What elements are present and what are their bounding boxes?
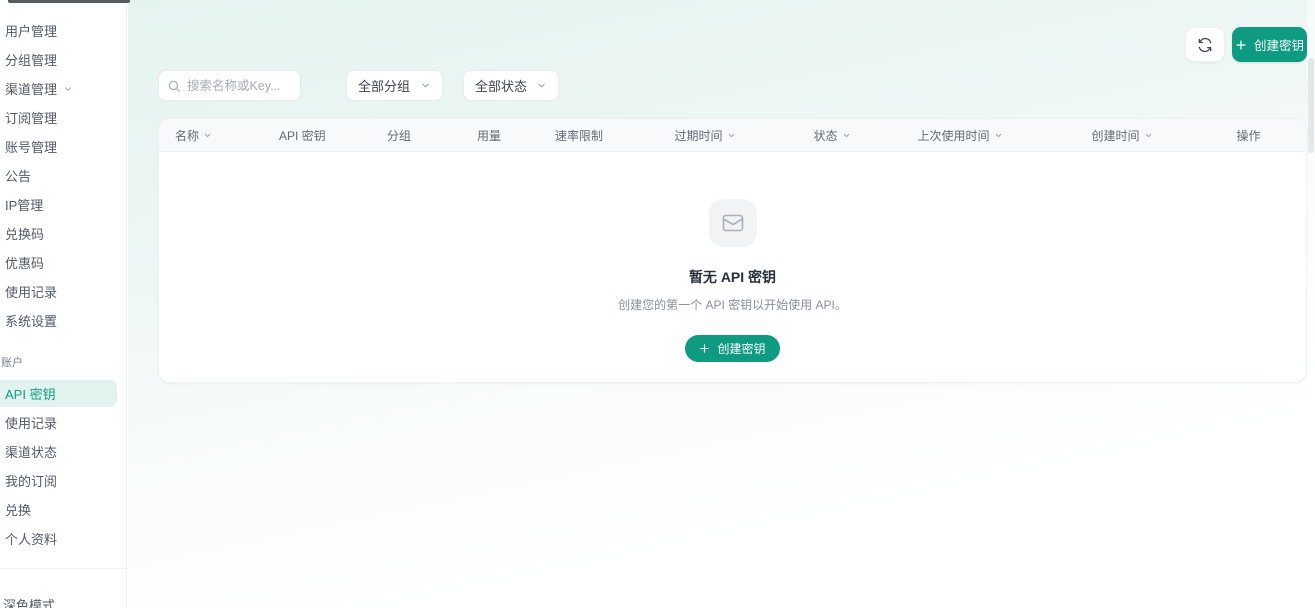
search-input[interactable] [187, 79, 292, 93]
column-header-api-key: API 密钥 [279, 127, 349, 144]
create-key-button[interactable]: 创建密钥 [1232, 27, 1307, 62]
group-filter-value: 全部分组 [358, 76, 410, 95]
sidebar-user-nav: API 密钥 使用记录 渠道状态 我的订阅 兑换 个人资料 [0, 380, 126, 552]
sidebar-item-label: 分组管理 [5, 50, 57, 69]
sidebar-admin-nav: 用户管理 分组管理 渠道管理 订阅管理 账号管理 公告 IP管理 兑换码 优惠码… [0, 0, 126, 334]
column-header-expiry-time[interactable]: 过期时间 [629, 127, 781, 144]
column-header-actions: 操作 [1207, 127, 1290, 144]
sidebar-item-label: 渠道状态 [5, 442, 57, 461]
sidebar-item-label: 系统设置 [5, 311, 57, 330]
refresh-button[interactable] [1185, 27, 1225, 62]
column-label: 创建时间 [1091, 127, 1139, 144]
column-header-name[interactable]: 名称 [175, 127, 279, 144]
chevron-down-icon [536, 80, 547, 91]
sort-chevron-icon [842, 131, 851, 140]
sidebar-item-redemption-code[interactable]: 兑换码 [0, 220, 117, 247]
table-header-row: 名称 API 密钥 分组 用量 速率限制 过期时间 [159, 119, 1306, 152]
sidebar-top-accent [8, 0, 130, 3]
empty-state-create-key-button[interactable]: 创建密钥 [685, 335, 779, 362]
sidebar-item-label: 优惠码 [5, 253, 44, 272]
sidebar-item-api-keys[interactable]: API 密钥 [0, 380, 117, 407]
empty-state-description: 创建您的第一个 API 密钥以开始使用 API。 [618, 296, 847, 313]
sort-chevron-icon [1144, 131, 1153, 140]
column-header-usage: 用量 [449, 127, 529, 144]
column-label: 速率限制 [555, 127, 603, 144]
envelope-icon [721, 211, 745, 235]
column-header-status[interactable]: 状态 [781, 127, 883, 144]
sidebar-item-user-management[interactable]: 用户管理 [0, 17, 117, 44]
sidebar-item-label: IP管理 [5, 195, 43, 214]
column-label: 用量 [477, 127, 501, 144]
sidebar-item-label: 兑换码 [5, 224, 44, 243]
column-label: 状态 [813, 127, 837, 144]
sidebar-item-coupon-code[interactable]: 优惠码 [0, 249, 117, 276]
empty-state-icon-box [709, 199, 757, 247]
create-key-button-label: 创建密钥 [1254, 35, 1304, 54]
sidebar-item-usage-log-admin[interactable]: 使用记录 [0, 278, 117, 305]
sidebar-item-group-management[interactable]: 分组管理 [0, 46, 117, 73]
column-header-last-used[interactable]: 上次使用时间 [883, 127, 1037, 144]
sidebar-item-label: 我的订阅 [5, 471, 57, 490]
sidebar: 用户管理 分组管理 渠道管理 订阅管理 账号管理 公告 IP管理 兑换码 优惠码… [0, 0, 127, 608]
sidebar-item-subscription-management[interactable]: 订阅管理 [0, 104, 117, 131]
dark-mode-toggle[interactable]: 深色模式 [0, 595, 126, 608]
empty-state-create-key-label: 创建密钥 [717, 340, 765, 357]
column-header-rate-limit: 速率限制 [529, 127, 629, 144]
sidebar-item-usage-records[interactable]: 使用记录 [0, 409, 117, 436]
sidebar-item-announcement[interactable]: 公告 [0, 162, 117, 189]
filter-bar: 全部分组 全部状态 [158, 70, 559, 101]
column-label: API 密钥 [279, 127, 326, 144]
status-filter-select[interactable]: 全部状态 [463, 70, 559, 101]
plus-icon [699, 343, 710, 354]
empty-state-title: 暂无 API 密钥 [689, 267, 776, 287]
sort-chevron-icon [727, 131, 736, 140]
chevron-down-icon [63, 84, 73, 94]
sidebar-item-label: 用户管理 [5, 21, 57, 40]
sidebar-item-ip-management[interactable]: IP管理 [0, 191, 117, 218]
sidebar-item-redeem[interactable]: 兑换 [0, 496, 117, 523]
sidebar-item-label: 使用记录 [5, 282, 57, 301]
empty-state: 暂无 API 密钥 创建您的第一个 API 密钥以开始使用 API。 创建密钥 [159, 152, 1306, 362]
sidebar-item-system-settings[interactable]: 系统设置 [0, 307, 117, 334]
sidebar-item-label: 订阅管理 [5, 108, 57, 127]
scrollbar-track[interactable] [1307, 0, 1315, 608]
search-box [158, 70, 301, 101]
column-label: 分组 [387, 127, 411, 144]
sidebar-item-label: API 密钥 [5, 384, 56, 403]
group-filter-select[interactable]: 全部分组 [346, 70, 443, 101]
sidebar-footer: 深色模式 [0, 568, 126, 608]
sidebar-item-label: 公告 [5, 166, 31, 185]
sidebar-item-channel-status[interactable]: 渠道状态 [0, 438, 117, 465]
column-header-created-time[interactable]: 创建时间 [1037, 127, 1207, 144]
column-label: 过期时间 [674, 127, 722, 144]
sidebar-item-my-subscriptions[interactable]: 我的订阅 [0, 467, 117, 494]
chevron-down-icon [420, 80, 431, 91]
scrollbar-thumb[interactable] [1308, 58, 1314, 153]
sidebar-item-label: 兑换 [5, 500, 31, 519]
sidebar-item-profile[interactable]: 个人资料 [0, 525, 117, 552]
sort-chevron-icon [203, 131, 212, 140]
column-label: 上次使用时间 [917, 127, 989, 144]
sidebar-item-label: 账号管理 [5, 137, 57, 156]
column-label: 操作 [1236, 127, 1260, 144]
sidebar-item-label: 使用记录 [5, 413, 57, 432]
search-icon [167, 79, 181, 93]
app-window: 用户管理 分组管理 渠道管理 订阅管理 账号管理 公告 IP管理 兑换码 优惠码… [0, 0, 1315, 608]
sidebar-section-label: 账户 [0, 354, 126, 370]
sidebar-item-account-management[interactable]: 账号管理 [0, 133, 117, 160]
column-label: 名称 [175, 127, 199, 144]
column-header-group: 分组 [349, 127, 449, 144]
sidebar-item-channel-management[interactable]: 渠道管理 [0, 75, 117, 102]
main-content: 创建密钥 全部分组 全部状态 [128, 0, 1315, 608]
sidebar-item-label: 个人资料 [5, 529, 57, 548]
sort-chevron-icon [994, 131, 1003, 140]
api-keys-table: 名称 API 密钥 分组 用量 速率限制 过期时间 [158, 118, 1307, 383]
refresh-icon [1197, 37, 1213, 53]
sidebar-item-label: 渠道管理 [5, 79, 57, 98]
plus-icon [1235, 39, 1247, 51]
status-filter-value: 全部状态 [475, 76, 527, 95]
